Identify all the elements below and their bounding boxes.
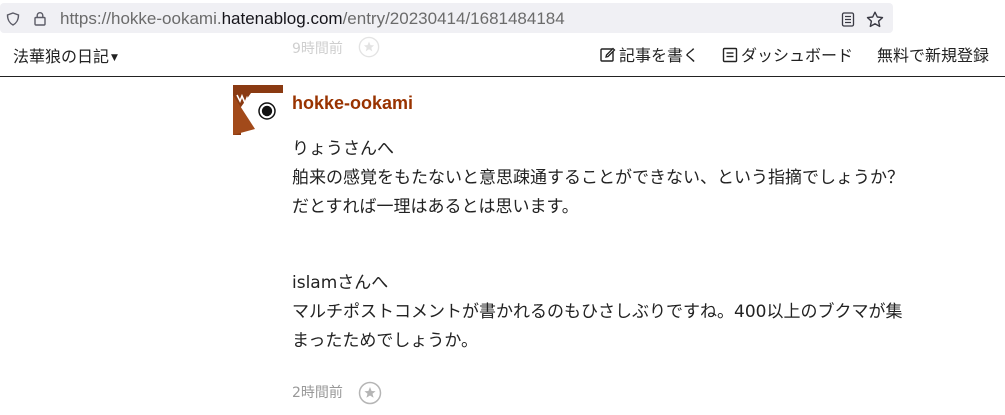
comment-paragraph: りょうさんへ 舶来の感覚をもたないと意思疎通することができない、という指摘でしょ…: [292, 135, 992, 222]
bookmark-star-icon[interactable]: [866, 11, 884, 28]
browser-url-bar: https://hokke-ookami.hatenablog.com/entr…: [0, 0, 1005, 36]
add-star-icon[interactable]: [358, 381, 382, 405]
dashboard-button[interactable]: ダッシュボード: [722, 46, 853, 66]
comment-line: だとすれば一理はあるとは思います。: [292, 197, 579, 217]
dashboard-icon: [722, 47, 738, 63]
url-domain: hatenablog.com: [221, 9, 343, 28]
address-field[interactable]: https://hokke-ookami.hatenablog.com/entr…: [0, 3, 893, 33]
lock-icon[interactable]: [33, 11, 47, 26]
comment-author[interactable]: hokke-ookami: [292, 93, 413, 114]
add-star-icon: [358, 36, 380, 58]
pencil-icon: [600, 47, 616, 62]
comment-line: マルチポストコメントが書かれるのもひさしぶりですね。400以上のブクマが集: [292, 302, 903, 322]
shield-icon[interactable]: [6, 12, 20, 26]
previous-comment-timestamp: 9時間前: [292, 41, 343, 57]
blog-title-menu[interactable]: 法華狼の日記 ▼: [13, 47, 118, 68]
url-path: /entry/20230414/1681484184: [342, 9, 565, 28]
comment-line: islamさんへ: [292, 273, 389, 293]
url-text[interactable]: https://hokke-ookami.hatenablog.com/entr…: [60, 9, 565, 29]
wolf-avatar-icon: [233, 85, 283, 135]
write-article-label: 記事を書く: [619, 46, 700, 65]
blog-title-label: 法華狼の日記: [13, 47, 110, 66]
reader-view-icon[interactable]: [841, 12, 855, 27]
signup-link[interactable]: 無料で新規登録: [877, 46, 989, 66]
comment-paragraph: islamさんへ マルチポストコメントが書かれるのもひさしぶりですね。400以上…: [292, 269, 992, 356]
write-article-button[interactable]: 記事を書く: [600, 46, 699, 66]
dashboard-label: ダッシュボード: [741, 46, 854, 65]
hatena-toolbar: 9時間前 法華狼の日記 ▼ 記事を書く ダッシュボード 無料で新規登録: [0, 36, 1005, 77]
comment-timestamp[interactable]: 2時間前: [292, 382, 343, 402]
comment-line: りょうさんへ: [292, 139, 394, 159]
comment-line: まったためでしょうか。: [292, 331, 478, 351]
url-prefix: https://hokke-ookami.: [60, 9, 222, 28]
chevron-down-icon: ▼: [111, 53, 118, 63]
comment-body: りょうさんへ 舶来の感覚をもたないと意思疎通することができない、という指摘でしょ…: [292, 135, 992, 356]
comment-line: 舶来の感覚をもたないと意思疎通することができない、という指摘でしょうか？: [292, 168, 904, 188]
avatar[interactable]: [233, 85, 283, 135]
